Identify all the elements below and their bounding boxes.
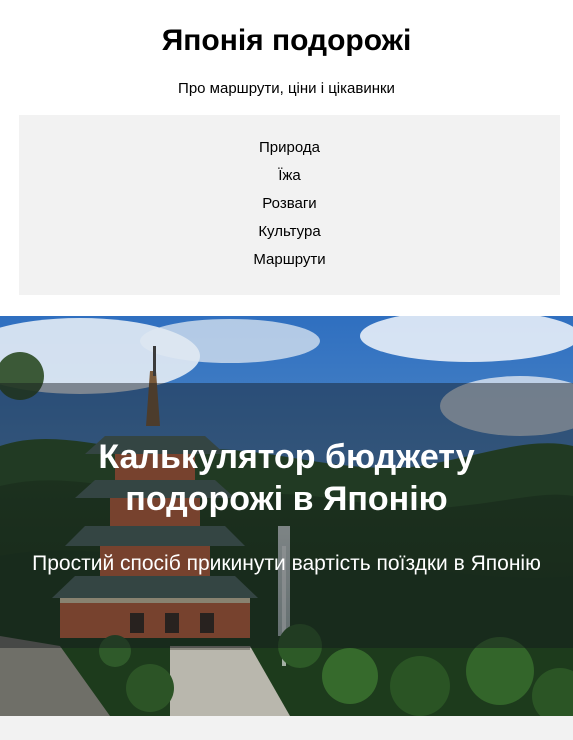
nav-item-culture: Культура [19,221,560,249]
hero-section: Калькулятор бюджету подорожі в Японію Пр… [0,316,573,716]
hero-title: Калькулятор бюджету подорожі в Японію [98,438,475,518]
nav-list: Природа Їжа Розваги Культура Маршрути [19,115,560,277]
nav-item-nature: Природа [19,137,560,165]
nav-link-entertainment[interactable]: Розваги [262,195,316,212]
nav-link-nature[interactable]: Природа [259,139,320,156]
site-title: Японія подорожі [161,24,412,57]
nav-link-food[interactable]: Їжа [278,167,301,184]
hero-subtitle: Простий спосіб прикинути вартість поїздк… [32,552,541,575]
nav-link-culture[interactable]: Культура [258,223,320,240]
nav-item-routes: Маршрути [19,249,560,277]
nav-item-food: Їжа [19,165,560,193]
nav-link-routes[interactable]: Маршрути [253,251,325,268]
content-section-top [0,716,573,740]
nav-item-entertainment: Розваги [19,193,560,221]
site-header: Японія подорожі Про маршрути, ціни і цік… [0,0,573,316]
site-tagline: Про маршрути, ціни і цікавинки [178,80,395,97]
main-nav: Природа Їжа Розваги Культура Маршрути [19,115,560,295]
